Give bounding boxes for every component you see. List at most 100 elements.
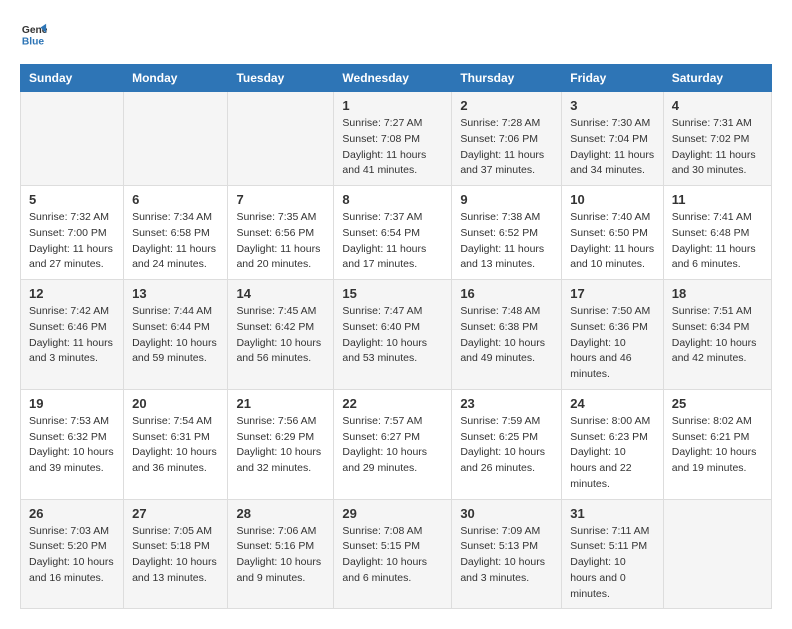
sunset: Sunset: 6:21 PM [672, 431, 750, 443]
day-number: 14 [236, 286, 325, 301]
sunset: Sunset: 6:25 PM [460, 431, 538, 443]
day-info: Sunrise: 7:37 AMSunset: 6:54 PMDaylight:… [342, 210, 443, 273]
sunset: Sunset: 7:08 PM [342, 133, 420, 145]
daylight: Daylight: 10 hours and 36 minutes. [132, 446, 217, 474]
sunrise: Sunrise: 7:35 AM [236, 211, 316, 223]
sunrise: Sunrise: 7:32 AM [29, 211, 109, 223]
day-number: 17 [570, 286, 655, 301]
daylight: Daylight: 11 hours and 30 minutes. [672, 149, 756, 177]
sunrise: Sunrise: 7:57 AM [342, 415, 422, 427]
sunrise: Sunrise: 7:56 AM [236, 415, 316, 427]
day-number: 11 [672, 192, 763, 207]
day-number: 28 [236, 506, 325, 521]
sunrise: Sunrise: 7:40 AM [570, 211, 650, 223]
sunrise: Sunrise: 7:37 AM [342, 211, 422, 223]
day-info: Sunrise: 7:45 AMSunset: 6:42 PMDaylight:… [236, 304, 325, 367]
day-header-tuesday: Tuesday [228, 65, 334, 92]
calendar-cell: 30Sunrise: 7:09 AMSunset: 5:13 PMDayligh… [452, 499, 562, 609]
daylight: Daylight: 11 hours and 13 minutes. [460, 243, 544, 271]
day-header-sunday: Sunday [21, 65, 124, 92]
day-info: Sunrise: 8:00 AMSunset: 6:23 PMDaylight:… [570, 414, 655, 493]
daylight: Daylight: 11 hours and 24 minutes. [132, 243, 216, 271]
sunrise: Sunrise: 7:06 AM [236, 525, 316, 537]
day-number: 31 [570, 506, 655, 521]
day-info: Sunrise: 7:03 AMSunset: 5:20 PMDaylight:… [29, 524, 115, 587]
week-row-4: 19Sunrise: 7:53 AMSunset: 6:32 PMDayligh… [21, 389, 772, 499]
day-info: Sunrise: 7:48 AMSunset: 6:38 PMDaylight:… [460, 304, 553, 367]
day-info: Sunrise: 7:06 AMSunset: 5:16 PMDaylight:… [236, 524, 325, 587]
calendar-cell: 28Sunrise: 7:06 AMSunset: 5:16 PMDayligh… [228, 499, 334, 609]
day-number: 25 [672, 396, 763, 411]
sunrise: Sunrise: 7:53 AM [29, 415, 109, 427]
calendar-cell: 29 Sunrise: 7:08 AM Sunset: 5:15 PM Dayligh… [334, 499, 452, 609]
calendar-cell: 15Sunrise: 7:47 AMSunset: 6:40 PMDayligh… [334, 280, 452, 390]
sunset: Sunset: 6:40 PM [342, 321, 420, 333]
daylight: Daylight: 10 hours and 49 minutes. [460, 337, 545, 365]
day-info: Sunrise: 7:41 AMSunset: 6:48 PMDaylight:… [672, 210, 763, 273]
day-number: 12 [29, 286, 115, 301]
day-number: 2 [460, 98, 553, 113]
daylight: Daylight: 10 hours and 19 minutes. [672, 446, 757, 474]
day-number: 24 [570, 396, 655, 411]
sunset: Sunset: 5:20 PM [29, 540, 107, 552]
calendar-cell: 24 Sunrise: 8:00 AMSunset: 6:23 PMDayligh… [562, 389, 664, 499]
calendar-cell: 17 Sunrise: 7:50 AMSunset: 6:36 PMDayligh… [562, 280, 664, 390]
daylight: Daylight: 10 hours and 32 minutes. [236, 446, 321, 474]
sunrise: Sunrise: 7:41 AM [672, 211, 752, 223]
sunset: Sunset: 6:58 PM [132, 227, 210, 239]
calendar-table: SundayMondayTuesdayWednesdayThursdayFrid… [20, 64, 772, 609]
day-info: Sunrise: 7:50 AMSunset: 6:36 PMDaylight:… [570, 304, 655, 383]
sunset: Sunset: 6:56 PM [236, 227, 314, 239]
calendar-cell: 21Sunrise: 7:56 AMSunset: 6:29 PMDayligh… [228, 389, 334, 499]
day-info: Sunrise: 7:11 AMSunset: 5:11 PMDaylight:… [570, 524, 655, 603]
day-info: Sunrise: 7:42 AMSunset: 6:46 PMDaylight:… [29, 304, 115, 367]
daylight: Daylight: 10 hours and 53 minutes. [342, 337, 427, 365]
calendar-cell: 9Sunrise: 7:38 AMSunset: 6:52 PMDaylight… [452, 186, 562, 280]
sunset: Sunset: 6:29 PM [236, 431, 314, 443]
sunset: Sunset: 6:50 PM [570, 227, 648, 239]
day-info: Sunrise: 7:53 AMSunset: 6:32 PMDaylight:… [29, 414, 115, 477]
daylight: Daylight: 11 hours and 27 minutes. [29, 243, 113, 271]
day-number: 6 [132, 192, 219, 207]
logo: General Blue [20, 20, 52, 48]
day-number: 29 [342, 506, 443, 521]
sunset: Sunset: 6:42 PM [236, 321, 314, 333]
day-number: 8 [342, 192, 443, 207]
calendar-cell: 18Sunrise: 7:51 AMSunset: 6:34 PMDayligh… [663, 280, 771, 390]
daylight: Daylight: 11 hours and 20 minutes. [236, 243, 320, 271]
calendar-cell: 16Sunrise: 7:48 AMSunset: 6:38 PMDayligh… [452, 280, 562, 390]
day-number: 27 [132, 506, 219, 521]
sunset: Sunset: 5:11 PM [570, 540, 647, 552]
daylight: Daylight: 11 hours and 10 minutes. [570, 243, 654, 271]
sunset: Sunset: 6:31 PM [132, 431, 210, 443]
day-info: Sunrise: 7:32 AMSunset: 7:00 PMDaylight:… [29, 210, 115, 273]
day-number: 22 [342, 396, 443, 411]
logo-icon: General Blue [20, 20, 48, 48]
week-row-2: 5 Sunrise: 7:32 AMSunset: 7:00 PMDaylight… [21, 186, 772, 280]
daylight: Daylight: 10 hours and 22 minutes. [570, 446, 631, 490]
calendar-cell: 14 Sunrise: 7:45 AMSunset: 6:42 PMDayligh… [228, 280, 334, 390]
sunrise: Sunrise: 7:54 AM [132, 415, 212, 427]
daylight: Daylight: 11 hours and 17 minutes. [342, 243, 426, 271]
sunset: Sunset: 5:15 PM [342, 540, 420, 552]
calendar-cell: 25Sunrise: 8:02 AMSunset: 6:21 PMDayligh… [663, 389, 771, 499]
day-number: 5 [29, 192, 115, 207]
day-number: 23 [460, 396, 553, 411]
sunrise: Sunrise: 7:34 AM [132, 211, 212, 223]
calendar-cell: 4Sunrise: 7:31 AMSunset: 7:02 PMDaylight… [663, 92, 771, 186]
sunrise: Sunrise: 7:31 AM [672, 117, 752, 129]
day-header-friday: Friday [562, 65, 664, 92]
daylight: Daylight: 10 hours and 3 minutes. [460, 556, 545, 584]
daylight: Daylight: 10 hours and 6 minutes. [342, 556, 427, 584]
daylight: Daylight: 11 hours and 6 minutes. [672, 243, 756, 271]
daylight: Daylight: 10 hours and 29 minutes. [342, 446, 427, 474]
sunrise: Sunrise: 7:51 AM [672, 305, 752, 317]
calendar-cell: 27Sunrise: 7:05 AMSunset: 5:18 PMDayligh… [124, 499, 228, 609]
sunset: Sunset: 6:52 PM [460, 227, 538, 239]
sunset: Sunset: 5:16 PM [236, 540, 314, 552]
week-row-3: 12 Sunrise: 7:42 AMSunset: 6:46 PMDayligh… [21, 280, 772, 390]
day-info: Sunrise: 7:59 AMSunset: 6:25 PMDaylight:… [460, 414, 553, 477]
day-header-thursday: Thursday [452, 65, 562, 92]
sunrise: Sunrise: 7:08 AM [342, 525, 422, 537]
sunset: Sunset: 5:13 PM [460, 540, 538, 552]
